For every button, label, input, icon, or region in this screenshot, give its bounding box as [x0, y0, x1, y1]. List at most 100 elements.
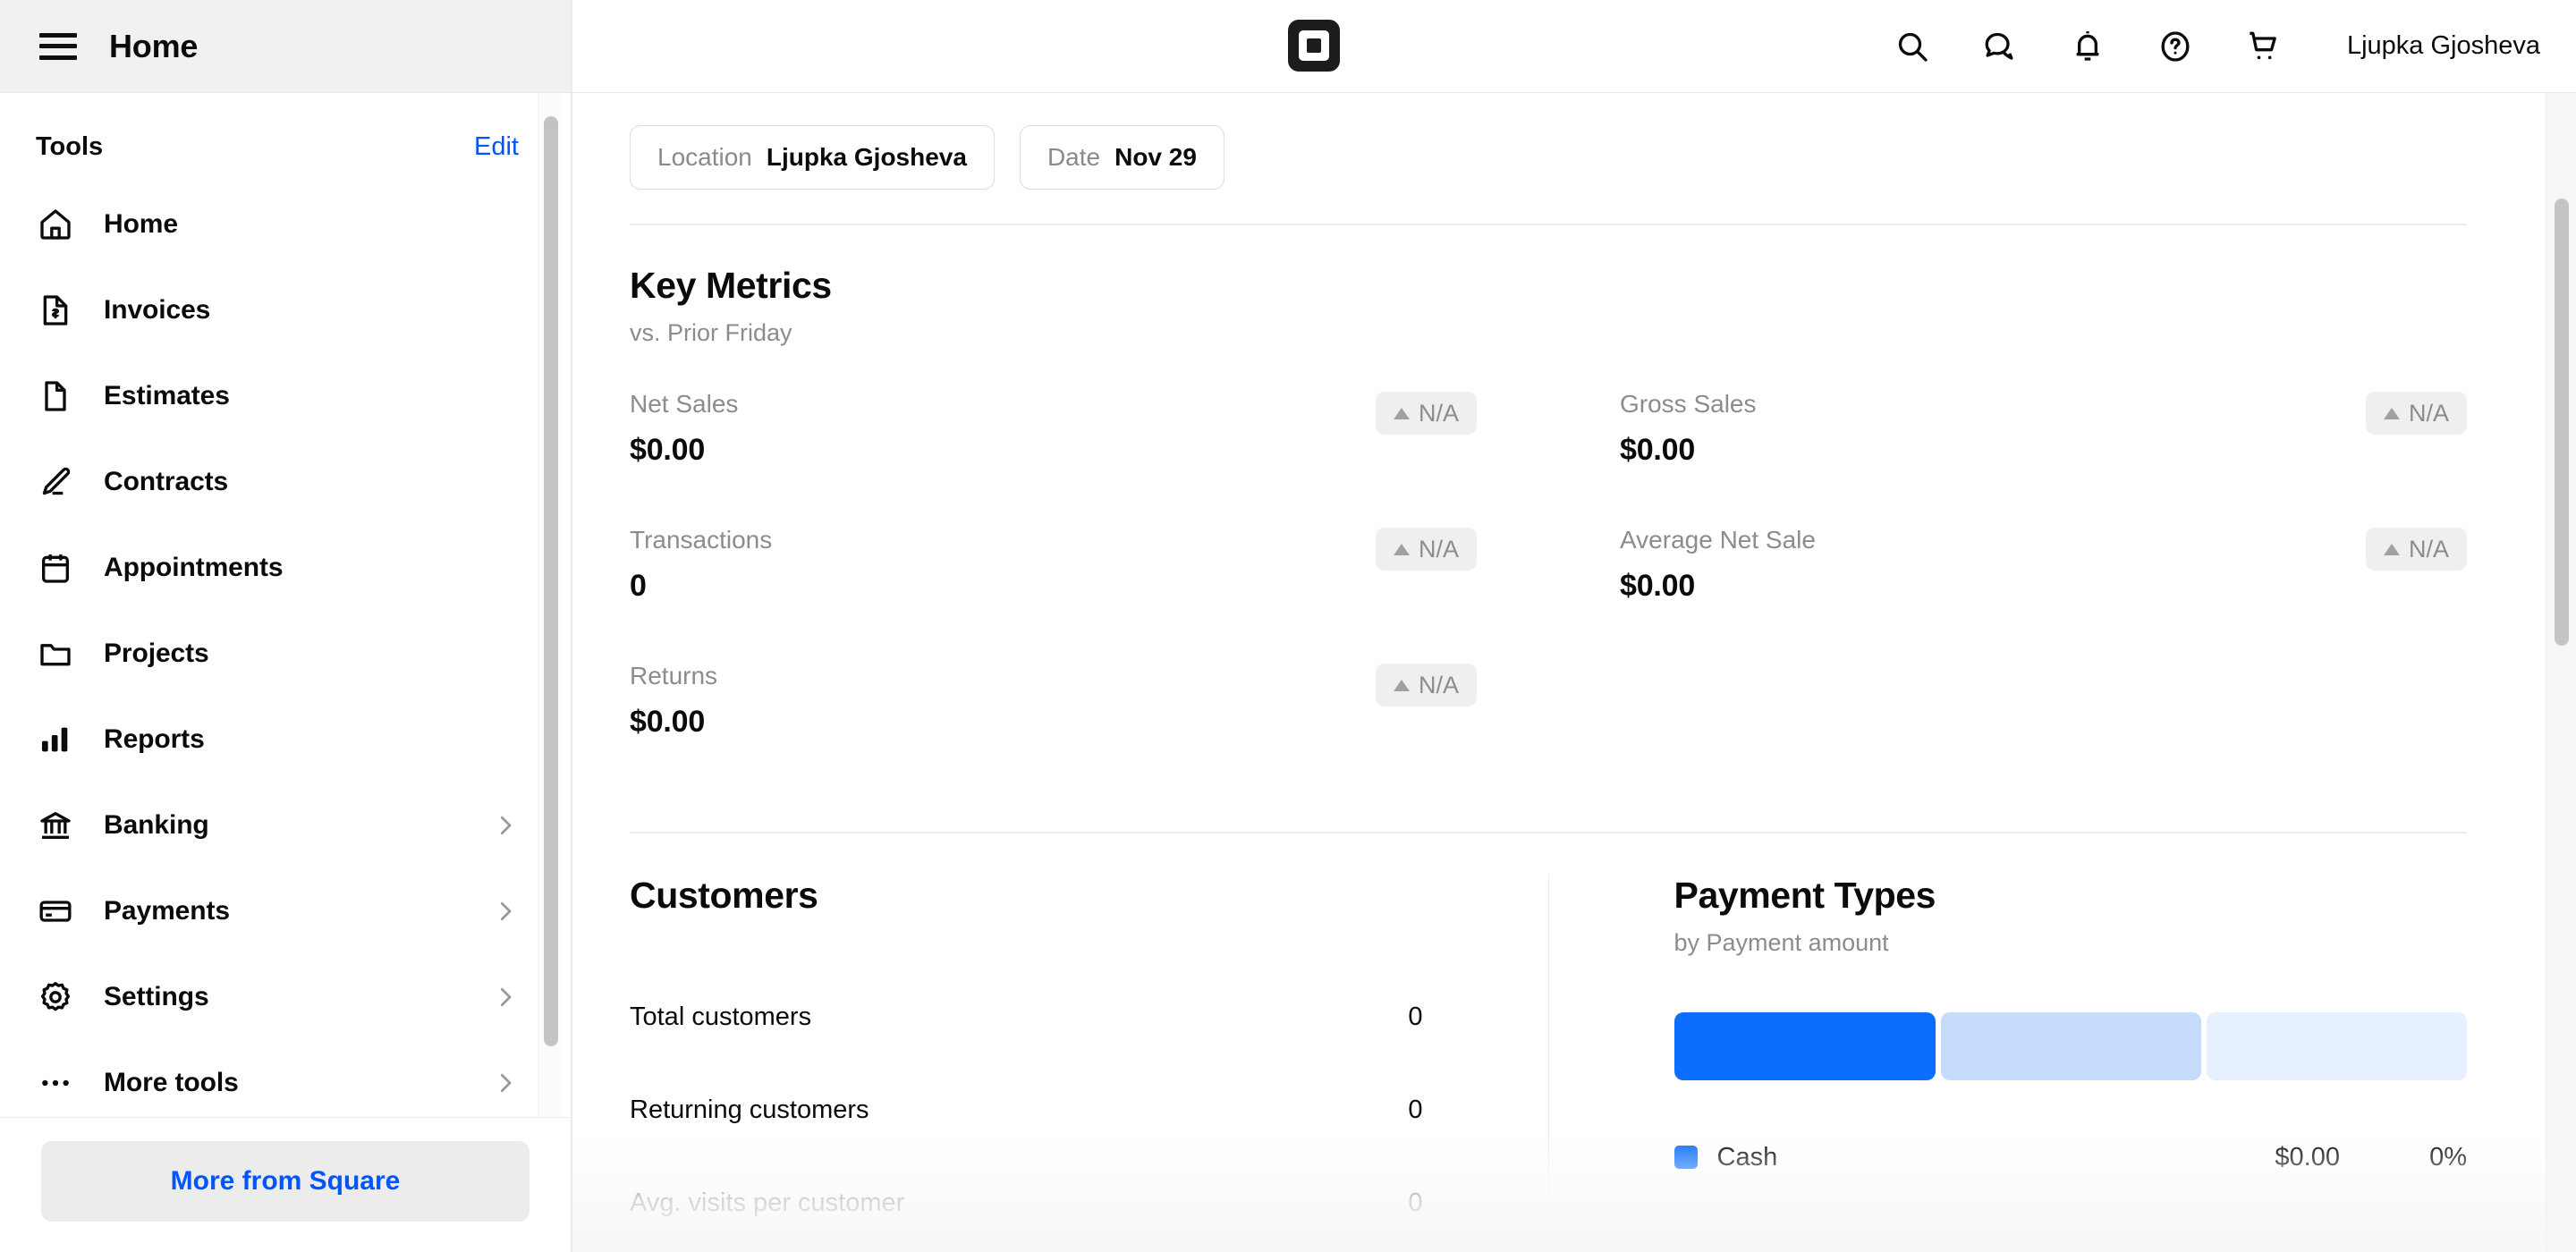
document-icon	[36, 376, 75, 416]
tools-header-row: Tools Edit	[0, 106, 571, 182]
triangle-up-icon	[1393, 543, 1410, 555]
hamburger-menu-icon[interactable]	[39, 32, 77, 60]
customers-row-value: 0	[1408, 1188, 1423, 1217]
divider-middle	[630, 832, 2467, 833]
gear-icon	[36, 977, 75, 1017]
customers-title: Customers	[630, 875, 818, 916]
filter-row: Location Ljupka Gjosheva Date Nov 29	[630, 93, 2467, 190]
main-scrollbar-track[interactable]	[2546, 93, 2576, 1252]
help-circle-icon[interactable]	[2156, 27, 2195, 66]
location-filter-label: Location	[657, 143, 752, 171]
sidebar-item-invoices[interactable]: Invoices	[0, 267, 571, 353]
key-metrics-subtitle: vs. Prior Friday	[630, 319, 792, 346]
metric-change-badge: N/A	[1375, 528, 1477, 571]
metric-text: Gross Sales $0.00	[1620, 390, 1757, 468]
square-logo-core	[1307, 38, 1321, 53]
metric-change-text: N/A	[1418, 535, 1459, 563]
key-metrics-title: Key Metrics	[630, 265, 832, 306]
payment-types-subtitle: by Payment amount	[1674, 929, 1889, 956]
date-filter-chip[interactable]: Date Nov 29	[1019, 125, 1224, 190]
sidebar-nav-list: Home Invoices Estimates Contracts Appoin…	[0, 182, 571, 1117]
main-scrollbar-thumb[interactable]	[2555, 199, 2569, 646]
chevron-right-icon	[492, 1070, 519, 1096]
sidebar-scrollbar-track[interactable]	[538, 93, 562, 1117]
top-bar-actions: Ljupka Gjosheva	[1893, 27, 2540, 66]
date-filter-label: Date	[1046, 143, 1101, 171]
more-from-square-button[interactable]: More from Square	[41, 1141, 530, 1222]
square-logo-ring	[1299, 30, 1329, 61]
chevron-right-icon	[492, 984, 519, 1011]
date-filter-value: Nov 29	[1114, 143, 1197, 171]
sidebar-item-label: Estimates	[104, 381, 230, 410]
location-filter-value: Ljupka Gjosheva	[766, 143, 967, 171]
metric-value: $0.00	[1620, 569, 1696, 603]
payment-type-bar[interactable]	[2206, 1012, 2468, 1080]
content-inner: Location Ljupka Gjosheva Date Nov 29 Key…	[572, 93, 2526, 1249]
shopping-cart-icon[interactable]	[2243, 27, 2283, 66]
sidebar-item-label: Invoices	[104, 295, 211, 325]
tools-edit-link[interactable]: Edit	[474, 132, 519, 162]
customers-row-label: Returning customers	[630, 1095, 869, 1124]
payment-types-bar-chart	[1674, 1012, 2468, 1080]
home-icon	[36, 205, 75, 244]
customers-list: Total customers 0 Returning customers 0 …	[630, 970, 1423, 1249]
key-metrics-section: Key Metrics vs. Prior Friday Net Sales $…	[630, 225, 2467, 798]
sidebar-item-contracts[interactable]: Contracts	[0, 439, 571, 525]
sidebar-item-home[interactable]: Home	[0, 182, 571, 267]
legend-item: Cash $0.00 0%	[1674, 1130, 2467, 1184]
main-wrapper: Ljupka Gjosheva Location Ljupka Gjosheva…	[572, 0, 2576, 1252]
metric-change-badge: N/A	[2365, 528, 2467, 571]
sidebar-scrollbar-thumb[interactable]	[544, 116, 558, 1046]
sidebar-header: Home	[0, 0, 571, 93]
triangle-up-icon	[1393, 679, 1410, 691]
sidebar-item-label: Reports	[104, 724, 205, 754]
sidebar-item-estimates[interactable]: Estimates	[0, 353, 571, 439]
payment-types-section: Payment Types by Payment amount Cash $0.…	[1549, 875, 2468, 1249]
payment-types-legend: Cash $0.00 0%	[1674, 1130, 2467, 1184]
account-name[interactable]: Ljupka Gjosheva	[2347, 31, 2540, 61]
metric-value: $0.00	[1620, 433, 1696, 467]
metric-label: Transactions	[630, 526, 773, 554]
metric-text: Net Sales $0.00	[630, 390, 738, 468]
chevron-right-icon	[492, 812, 519, 839]
lower-sections-grid: Customers Total customers 0 Returning cu…	[630, 875, 2468, 1249]
pencil-icon	[36, 462, 75, 502]
customers-row-value: 0	[1408, 1002, 1423, 1031]
metric-change-text: N/A	[1418, 671, 1459, 698]
sidebar-item-payments[interactable]: Payments	[0, 868, 571, 954]
payment-types-title: Payment Types	[1674, 875, 1936, 916]
sidebar-item-projects[interactable]: Projects	[0, 611, 571, 697]
invoice-icon	[36, 291, 75, 330]
triangle-up-icon	[1393, 407, 1410, 419]
calendar-icon	[36, 548, 75, 588]
legend-percent: 0%	[2429, 1142, 2467, 1172]
top-bar: Ljupka Gjosheva	[572, 0, 2576, 93]
list-item: Total customers 0	[630, 970, 1423, 1063]
metric-label: Returns	[630, 662, 718, 689]
square-logo[interactable]	[1288, 20, 1340, 72]
search-icon[interactable]	[1893, 27, 1932, 66]
metric-change-text: N/A	[2408, 535, 2449, 563]
sidebar-item-more-tools[interactable]: More tools	[0, 1040, 571, 1117]
app-root: Home Tools Edit Home Invoices Estimates …	[0, 0, 2576, 1252]
sidebar-item-label: Appointments	[104, 553, 284, 582]
sidebar-item-label: More tools	[104, 1068, 239, 1097]
location-filter-chip[interactable]: Location Ljupka Gjosheva	[630, 125, 995, 190]
sidebar-item-reports[interactable]: Reports	[0, 697, 571, 782]
metric-change-text: N/A	[1418, 399, 1459, 427]
customers-section: Customers Total customers 0 Returning cu…	[630, 875, 1548, 1249]
messages-icon[interactable]	[1980, 27, 2020, 66]
list-item: Avg. visits per customer 0	[630, 1156, 1423, 1249]
metric-transactions: Transactions 0 N/A	[630, 526, 1477, 662]
notifications-bell-icon[interactable]	[2068, 27, 2107, 66]
metric-text: Returns $0.00	[630, 662, 717, 740]
payment-type-bar[interactable]	[1940, 1012, 2201, 1080]
key-metrics-grid: Net Sales $0.00 N/A Gross Sales $0.00 N/…	[630, 390, 2467, 798]
sidebar-item-appointments[interactable]: Appointments	[0, 525, 571, 611]
legend-amount: $0.00	[2275, 1142, 2340, 1172]
sidebar-item-banking[interactable]: Banking	[0, 782, 571, 868]
payment-type-bar[interactable]	[1674, 1012, 1936, 1080]
sidebar-item-settings[interactable]: Settings	[0, 954, 571, 1040]
sidebar-item-label: Payments	[104, 896, 230, 926]
metric-change-badge: N/A	[2365, 392, 2467, 435]
